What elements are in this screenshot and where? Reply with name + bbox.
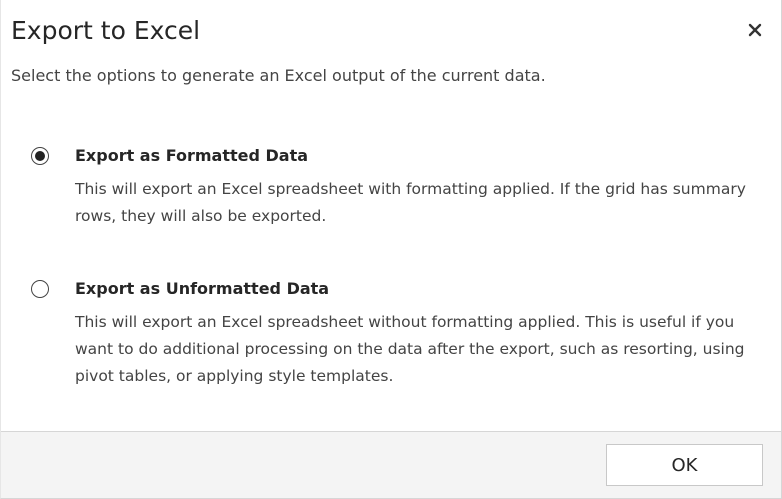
option-formatted: Export as Formatted Data This will expor…	[31, 144, 771, 230]
option-unformatted: Export as Unformatted Data This will exp…	[31, 277, 771, 390]
export-dialog: Export to Excel Select the options to ge…	[0, 0, 782, 499]
close-icon	[748, 23, 762, 37]
radio-unformatted[interactable]	[31, 280, 49, 298]
option-formatted-description: This will export an Excel spreadsheet wi…	[75, 180, 746, 225]
radio-unformatted-row[interactable]: Export as Unformatted Data	[31, 277, 771, 301]
option-formatted-label[interactable]: Export as Formatted Data	[75, 144, 308, 168]
close-button[interactable]	[743, 18, 767, 42]
dialog-title: Export to Excel	[11, 16, 201, 45]
ok-button[interactable]: OK	[606, 444, 763, 486]
radio-selected-dot	[35, 151, 45, 161]
radio-formatted[interactable]	[31, 147, 49, 165]
radio-formatted-row[interactable]: Export as Formatted Data	[31, 144, 771, 168]
dialog-subtitle: Select the options to generate an Excel …	[11, 66, 546, 85]
dialog-footer: OK	[1, 431, 781, 498]
option-unformatted-description: This will export an Excel spreadsheet wi…	[75, 313, 745, 385]
option-unformatted-label[interactable]: Export as Unformatted Data	[75, 277, 329, 301]
